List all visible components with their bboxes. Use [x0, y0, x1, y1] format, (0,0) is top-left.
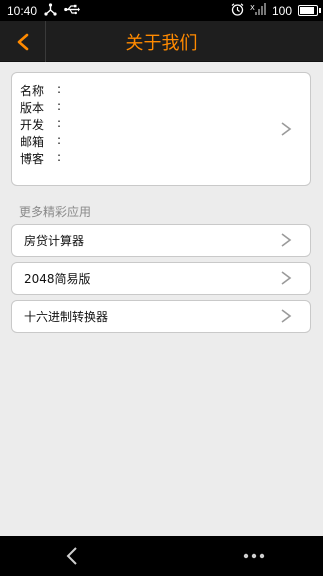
about-info-card[interactable]: 名称: 版本: 开发: 邮箱: 博客: — [11, 72, 311, 186]
app-item-label: 2048简易版 — [24, 272, 91, 286]
page-title: 关于我们 — [125, 32, 198, 54]
about-field-developer: 开发: — [20, 116, 62, 132]
nav-menu-button[interactable] — [239, 543, 269, 569]
chevron-right-icon — [281, 122, 292, 136]
system-nav-bar — [0, 536, 323, 576]
field-label: 版本 — [20, 101, 45, 115]
more-apps-section-label: 更多精彩应用 — [19, 205, 92, 219]
share-icon — [44, 2, 57, 19]
app-item-hex-converter[interactable]: 十六进制转换器 — [11, 300, 311, 333]
app-item-label: 十六进制转换器 — [24, 310, 109, 324]
chevron-left-icon — [17, 33, 28, 50]
chevron-right-icon — [281, 271, 292, 285]
status-time: 10:40 — [7, 3, 38, 18]
nav-back-button[interactable] — [58, 543, 86, 569]
svg-text:X: X — [250, 4, 255, 12]
about-field-version: 版本: — [20, 99, 62, 115]
usb-icon — [64, 4, 81, 18]
back-button[interactable] — [0, 21, 46, 62]
more-dots-icon — [243, 553, 265, 559]
field-label: 博客 — [20, 152, 45, 166]
app-item-mortgage-calculator[interactable]: 房贷计算器 — [11, 224, 311, 257]
chevron-right-icon — [281, 309, 292, 323]
app-item-2048[interactable]: 2048简易版 — [11, 262, 311, 295]
chevron-right-icon — [281, 233, 292, 247]
status-bar: 10:40 X 100 — [0, 0, 323, 21]
app-item-label: 房贷计算器 — [24, 234, 85, 248]
field-label: 名称 — [20, 84, 45, 98]
battery-fill — [300, 7, 314, 14]
about-field-email: 邮箱: — [20, 133, 62, 149]
about-field-list: 名称: 版本: 开发: 邮箱: 博客: — [20, 82, 65, 167]
field-label: 邮箱 — [20, 135, 45, 149]
nav-back-icon — [66, 547, 77, 565]
battery-text: 100 — [271, 3, 292, 18]
top-bar: 关于我们 — [0, 21, 323, 62]
alarm-icon — [231, 2, 244, 19]
about-field-blog: 博客: — [20, 150, 62, 166]
signal-icon: X — [250, 3, 266, 18]
battery-icon — [298, 5, 321, 16]
about-field-name: 名称: — [20, 82, 62, 98]
field-label: 开发 — [20, 118, 45, 132]
